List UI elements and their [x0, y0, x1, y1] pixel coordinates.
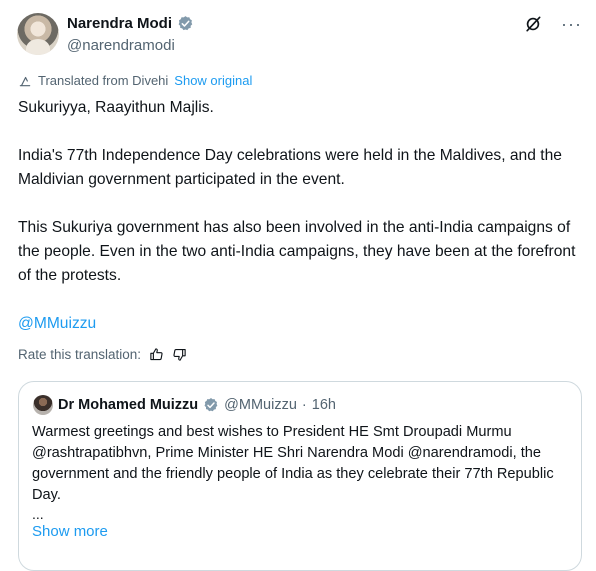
show-original-link[interactable]: Show original	[174, 73, 252, 88]
quoted-author-name: Dr Mohamed Muizzu	[58, 397, 199, 413]
tweet-top-actions: ···	[523, 14, 582, 34]
quoted-author-handle: @MMuizzu	[224, 397, 297, 413]
rate-translation-label: Rate this translation:	[18, 347, 142, 362]
quoted-timestamp: 16h	[311, 397, 336, 413]
quoted-ellipsis: ...	[32, 506, 44, 522]
tweet-paragraph: Sukuriyya, Raayithun Majlis.	[18, 99, 214, 116]
quoted-tweet-text: Warmest greetings and best wishes to Pre…	[32, 424, 554, 503]
quoted-tweet[interactable]: Dr Mohamed Muizzu @MMuizzu · 16h Warmest…	[18, 381, 582, 571]
tweet-body: Sukuriyya, Raayithun Majlis. India's 77t…	[18, 96, 578, 360]
grok-slash-icon[interactable]	[523, 14, 543, 34]
thumbs-down-icon[interactable]	[172, 347, 187, 362]
translated-from-label: Translated from Divehi	[38, 73, 169, 88]
translation-banner: Translated from Divehi Show original	[18, 73, 252, 88]
show-more-link[interactable]: Show more	[32, 523, 108, 540]
verified-badge-icon	[204, 398, 218, 412]
quoted-avatar	[33, 395, 53, 415]
mention-link[interactable]: @MMuizzu	[18, 315, 96, 332]
separator-dot: ·	[301, 397, 307, 413]
tweet-paragraph: India's 77th Independence Day celebratio…	[18, 147, 562, 188]
author-name-row: Narendra Modi	[67, 15, 194, 32]
author-name[interactable]: Narendra Modi	[67, 15, 172, 32]
tweet-paragraph: This Sukuriya government has also been i…	[18, 219, 576, 284]
more-icon[interactable]: ···	[561, 15, 582, 33]
quoted-tweet-header: Dr Mohamed Muizzu @MMuizzu · 16h	[33, 395, 336, 415]
thumbs-up-icon[interactable]	[149, 347, 164, 362]
verified-badge-icon	[178, 16, 193, 31]
translate-icon	[19, 76, 31, 86]
author-avatar[interactable]	[17, 13, 59, 55]
author-handle[interactable]: @narendramodi	[67, 37, 175, 54]
rate-translation: Rate this translation:	[18, 347, 187, 362]
